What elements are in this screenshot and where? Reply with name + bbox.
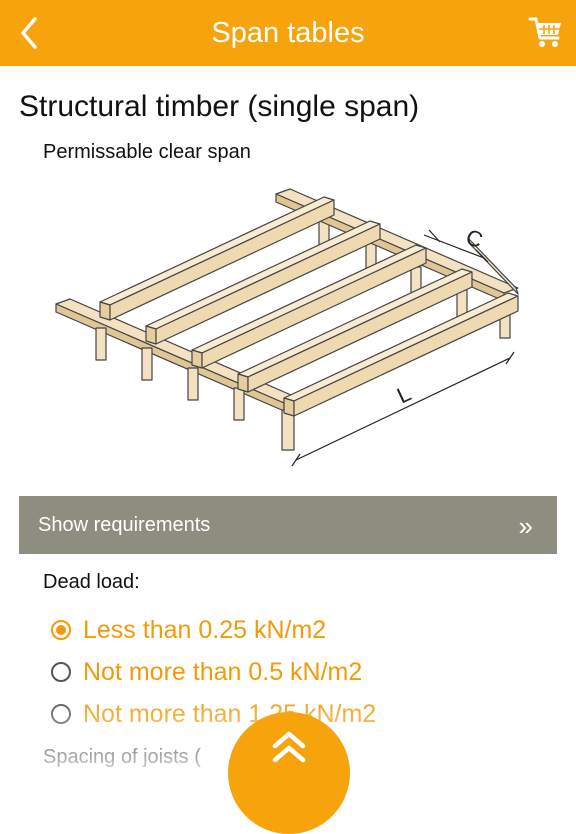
dead-load-option-2[interactable]: Not more than 0.5 kN/m2 bbox=[51, 656, 362, 688]
dead-load-label: Dead load: bbox=[43, 571, 140, 593]
radio-unchecked-icon bbox=[51, 662, 71, 682]
double-chevron-right-icon: » bbox=[518, 511, 533, 541]
shopping-cart-icon bbox=[528, 17, 561, 47]
page-title: Structural timber (single span) bbox=[19, 90, 420, 123]
scroll-to-top-button[interactable] bbox=[228, 712, 350, 834]
dead-load-option-label: Less than 0.25 kN/m2 bbox=[83, 615, 327, 644]
radio-unchecked-icon bbox=[51, 704, 71, 724]
radio-checked-icon bbox=[51, 620, 71, 640]
cart-button[interactable] bbox=[528, 14, 564, 52]
double-chevron-up-icon bbox=[272, 731, 306, 763]
timber-joist-frame-diagram: C L bbox=[55, 188, 519, 467]
length-dimension-label: L bbox=[393, 381, 415, 409]
dead-load-option-1[interactable]: Less than 0.25 kN/m2 bbox=[51, 614, 326, 646]
top-bar: Span tables bbox=[0, 0, 576, 66]
page-header-title: Span tables bbox=[211, 17, 365, 49]
spacing-of-joists-label: Spacing of joists ( bbox=[43, 746, 201, 768]
show-requirements-button[interactable]: Show requirements » bbox=[19, 496, 557, 554]
show-requirements-label: Show requirements bbox=[38, 514, 211, 536]
dead-load-option-label: Not more than 1.25 kN/m2 bbox=[83, 699, 377, 728]
page-subtitle: Permissable clear span bbox=[43, 141, 251, 163]
spacing-dimension-label: C bbox=[463, 224, 487, 253]
dead-load-option-label: Not more than 0.5 kN/m2 bbox=[83, 657, 363, 686]
